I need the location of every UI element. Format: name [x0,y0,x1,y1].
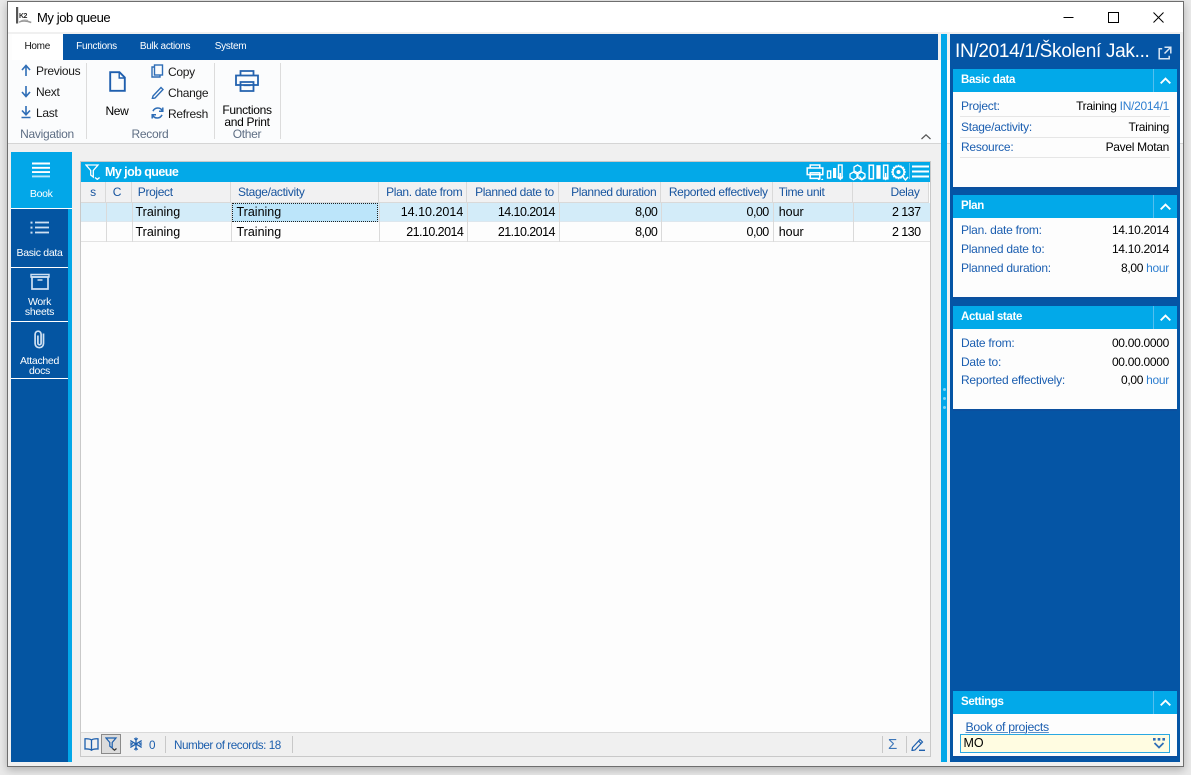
svg-text:K2: K2 [19,13,28,20]
